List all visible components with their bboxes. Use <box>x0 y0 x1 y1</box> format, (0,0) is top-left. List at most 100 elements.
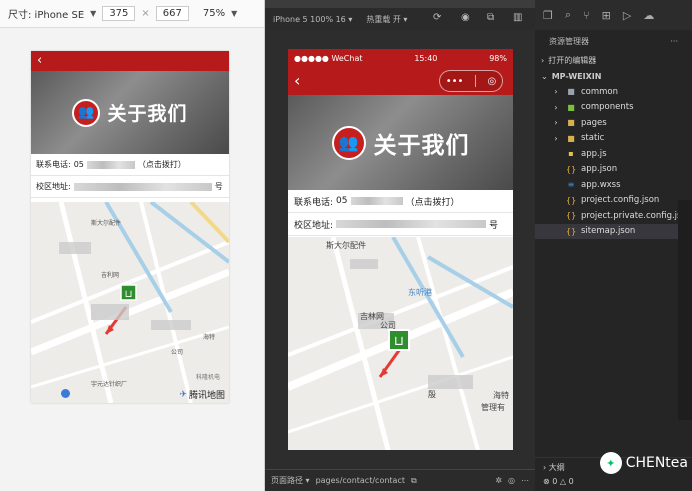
wxss-file-icon: ≡ <box>567 180 575 190</box>
json-file-icon: {} <box>566 195 577 205</box>
tree-item-label: project.config.json <box>581 195 660 206</box>
split-icon[interactable]: ▥ <box>513 12 522 23</box>
chevron-right-icon: › <box>554 102 558 112</box>
open-editors-section[interactable]: › 打开的编辑器 <box>535 52 692 68</box>
tencent-map-icon: ✈ <box>179 389 187 400</box>
map-brand: ✈ 腾讯地图 <box>179 388 225 402</box>
tree-item-components[interactable]: › ■ components <box>535 100 692 116</box>
device-select[interactable]: iPhone 5 100% 16 ▾ <box>273 15 352 24</box>
map-brand-label: 腾讯地图 <box>188 391 225 401</box>
editor-edge <box>678 200 692 420</box>
hot-reload-toggle[interactable]: 热重载 开 ▾ <box>366 14 407 25</box>
map-label: 管理有 <box>481 403 505 412</box>
location-icon[interactable] <box>61 389 70 398</box>
times-sign: × <box>141 8 150 19</box>
map-label: 公司 <box>171 349 184 356</box>
tree-item-project-private-config[interactable]: {} project.private.config.js... <box>535 208 692 224</box>
address-row: 校区地址: 号 <box>288 213 513 236</box>
address-row: 校区地址: 号 <box>31 176 229 198</box>
tree-item-label: common <box>581 86 619 97</box>
problems-indicator[interactable]: ⊗ 0 △ 0 <box>543 477 684 486</box>
folder-icon: ■ <box>567 133 575 143</box>
chevron-down-icon[interactable]: ▼ <box>90 9 96 18</box>
map-view[interactable]: ⊔ 斯大尔配件 东听港 吉林网 公司 海特 管理有 殷 <box>288 237 513 450</box>
clock: 15:40 <box>414 53 438 63</box>
mini-program-capsule: ••• ◎ <box>439 70 503 92</box>
extensions-icon[interactable]: ⊞ <box>602 9 611 22</box>
height-input[interactable]: 667 <box>155 6 189 21</box>
more-icon[interactable]: ⋯ <box>521 476 529 485</box>
sim-toolbar: iPhone 5 100% 16 ▾ 热重载 开 ▾ ⟳ ◉ ⧉ ▥ <box>265 8 535 30</box>
map-view[interactable]: ⊔ 斯大尔配件 吉利网 宇元达针织厂 科隆机电 海特 公司 ✈ 腾讯地图 <box>31 202 229 403</box>
bug-icon[interactable]: ✲ <box>495 476 502 485</box>
blurred-address <box>336 220 487 228</box>
zoom-select[interactable]: 75% <box>203 8 225 19</box>
tree-item-sitemap[interactable]: {} sitemap.json <box>535 223 692 239</box>
copy-icon[interactable]: ⧉ <box>411 476 417 486</box>
phone-row[interactable]: 联系电话: 05 （点击拨打） <box>288 190 513 213</box>
map-label: 斯大尔配件 <box>326 241 366 250</box>
more-actions-icon[interactable]: ··· <box>670 37 678 46</box>
map-label: 东听港 <box>408 288 432 297</box>
phone-prefix: 05 <box>73 160 84 169</box>
address-label: 校区地址: <box>36 182 71 191</box>
nav-bar: ‹ <box>31 51 229 71</box>
nav-bar: ‹ ••• ◎ <box>288 67 513 95</box>
map-label: 海特 <box>203 334 216 341</box>
map-label: 公司 <box>380 321 396 330</box>
tree-item-static[interactable]: › ■ static <box>535 131 692 147</box>
tree-item-app-wxss[interactable]: ≡ app.wxss <box>535 177 692 193</box>
call-action[interactable]: （点击拨打） <box>138 159 186 170</box>
layers-icon[interactable]: ⧉ <box>487 12 494 23</box>
width-input[interactable]: 375 <box>102 6 136 21</box>
phone-prefix: 05 <box>336 196 348 206</box>
device-toolbar: 尺寸: iPhone SE ▼ 375 × 667 75% ▼ <box>0 0 264 28</box>
call-action[interactable]: （点击拨打） <box>406 195 460 208</box>
debug-icon[interactable]: ▷ <box>623 9 631 22</box>
project-label: MP-WEIXIN <box>551 71 602 81</box>
back-icon[interactable]: ‹ <box>37 53 42 68</box>
source-control-icon[interactable]: ⑂ <box>583 9 590 22</box>
files-icon[interactable]: ❐ <box>543 9 553 22</box>
tree-item-label: project.private.config.js... <box>581 210 690 221</box>
carrier: ●●●●● WeChat <box>294 53 363 63</box>
status-bar: ●●●●● WeChat 15:40 98% <box>288 49 513 67</box>
phone-label: 联系电话: <box>36 160 71 169</box>
back-icon[interactable]: ‹ <box>294 71 300 90</box>
tree-item-app-json[interactable]: {} app.json <box>535 162 692 178</box>
explorer-panel: ❐ ⌕ ⑂ ⊞ ▷ ☁ 资源管理器 ··· › 打开的编辑器 ⌄ MP-WEIX… <box>535 0 692 491</box>
tree-item-project-config[interactable]: {} project.config.json <box>535 193 692 209</box>
tree-item-label: app.json <box>581 164 618 175</box>
device-size-select[interactable]: 尺寸: iPhone SE <box>8 6 84 21</box>
more-icon[interactable]: ••• <box>446 76 464 87</box>
refresh-icon[interactable]: ⟳ <box>433 12 441 23</box>
phone-label: 联系电话: <box>294 197 334 208</box>
about-banner: 👥 关于我们 <box>288 95 513 190</box>
blurred-address <box>73 182 212 191</box>
chevron-right-icon: › <box>554 133 558 143</box>
simulator-phone: ●●●●● WeChat 15:40 98% ‹ ••• ◎ 👥 关于我们 联系… <box>288 49 513 450</box>
brand-name: CHENtea <box>625 455 688 471</box>
tree-item-common[interactable]: › ■ common <box>535 84 692 100</box>
explorer-header: 资源管理器 ··· <box>535 30 692 52</box>
close-target-icon[interactable]: ◎ <box>487 76 496 87</box>
tree-item-label: app.js <box>581 148 607 159</box>
search-icon[interactable]: ⌕ <box>565 8 571 22</box>
eye-icon[interactable]: ◎ <box>508 476 515 485</box>
stop-icon[interactable]: ◉ <box>461 12 470 23</box>
tree-item-app-js[interactable]: ▪ app.js <box>535 146 692 162</box>
simulator-panel: iPhone 5 100% 16 ▾ 热重载 开 ▾ ⟳ ◉ ⧉ ▥ ●●●●●… <box>265 0 535 491</box>
tree-item-label: app.wxss <box>581 179 621 190</box>
tree-item-pages[interactable]: › ■ pages <box>535 115 692 131</box>
map-label: 殷 <box>428 390 436 399</box>
page-path-select[interactable]: 页面路径 ▾ <box>271 475 310 486</box>
chevron-down-icon[interactable]: ▼ <box>231 9 237 18</box>
project-section[interactable]: ⌄ MP-WEIXIN <box>535 68 692 84</box>
blurred-phone <box>350 197 403 205</box>
outline-label: 大纲 <box>548 463 565 472</box>
open-editors-label: 打开的编辑器 <box>548 55 597 65</box>
cloud-icon[interactable]: ☁ <box>643 9 654 22</box>
phone-row[interactable]: 联系电话: 05 （点击拨打） <box>31 154 229 176</box>
about-banner: 👥 关于我们 <box>31 71 229 154</box>
json-file-icon: {} <box>566 164 577 174</box>
